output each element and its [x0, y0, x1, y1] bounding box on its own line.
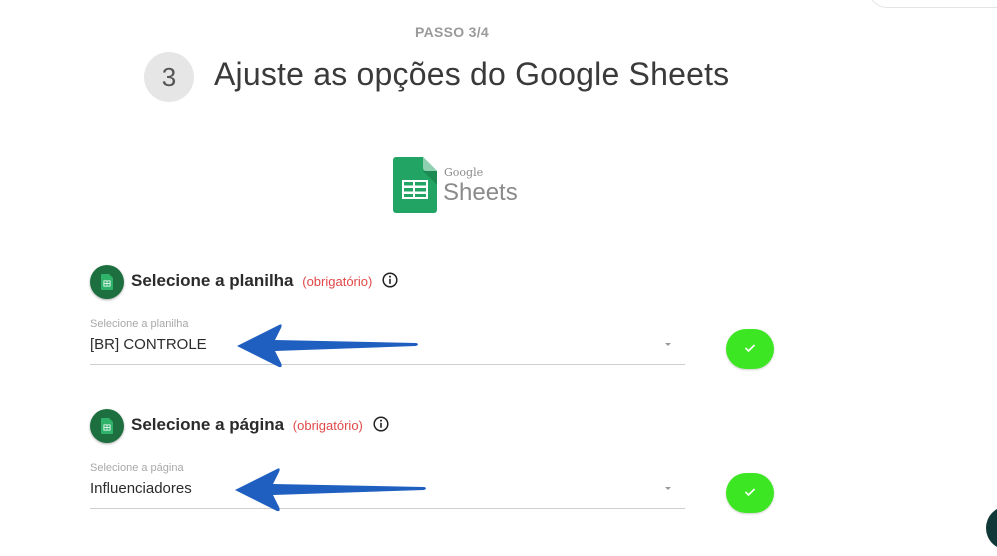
top-right-button[interactable] — [868, 0, 997, 8]
field-label: Selecione a página — [90, 462, 184, 474]
confirm-spreadsheet-button[interactable] — [726, 329, 774, 369]
page-title: Ajuste as opções do Google Sheets — [214, 56, 730, 92]
step-number-badge: 3 — [144, 52, 194, 102]
chat-widget-button[interactable] — [986, 506, 997, 550]
field-label: Selecione a planilha — [90, 318, 189, 330]
sheets-section-icon — [90, 265, 124, 299]
selected-value: Influenciadores — [90, 480, 192, 497]
section-title-text: Selecione a planilha — [131, 271, 294, 290]
logo-sheets-text: Sheets — [443, 179, 518, 206]
section-title-spreadsheet: Selecione a planilha (obrigatório) — [131, 271, 398, 291]
logo-google-text: Google — [444, 166, 484, 179]
info-icon[interactable] — [373, 415, 389, 432]
chevron-down-icon[interactable] — [665, 487, 671, 490]
blue-arrow-annotation — [235, 468, 426, 512]
sheets-section-icon — [90, 409, 124, 443]
section-title-page: Selecione a página (obrigatório) — [131, 415, 389, 435]
check-icon — [744, 488, 756, 497]
step-indicator: PASSO 3/4 — [414, 24, 490, 40]
required-label: (obrigatório) — [292, 418, 363, 433]
google-sheets-logo: Google Sheets — [393, 157, 523, 213]
required-label: (obrigatório) — [302, 274, 373, 289]
google-sheets-icon — [393, 157, 437, 213]
selected-value: [BR] CONTROLE — [90, 336, 207, 353]
confirm-page-button[interactable] — [726, 473, 774, 513]
section-title-text: Selecione a página — [131, 415, 285, 434]
chevron-down-icon[interactable] — [665, 343, 671, 346]
blue-arrow-annotation — [237, 324, 418, 368]
check-icon — [744, 344, 756, 353]
info-icon[interactable] — [382, 271, 398, 288]
